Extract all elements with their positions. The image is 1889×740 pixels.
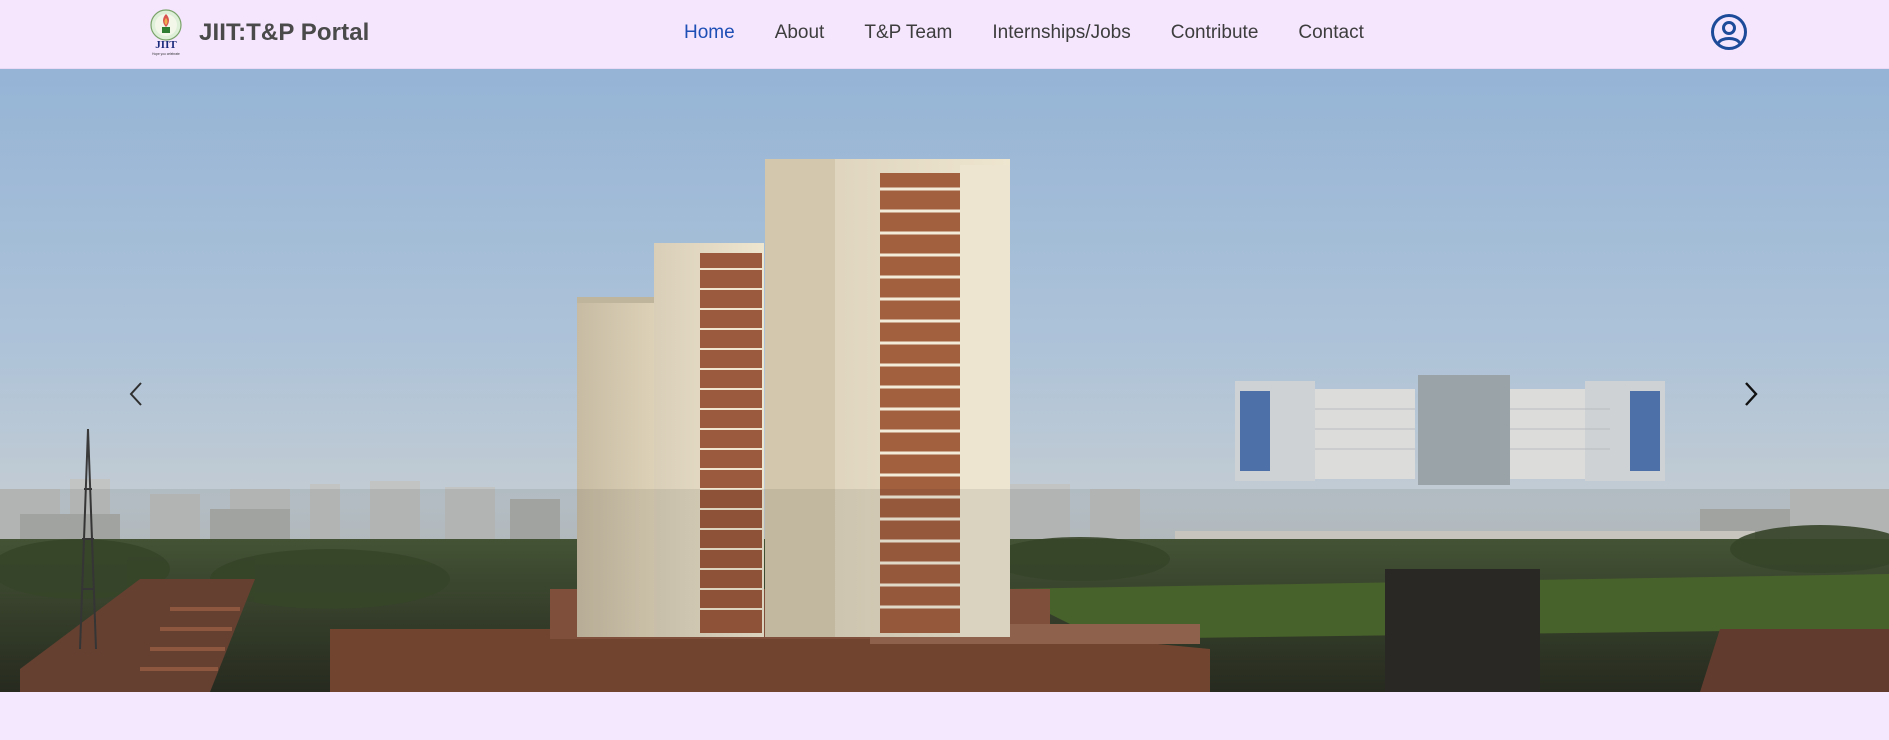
chevron-right-icon <box>1745 382 1758 406</box>
brand-title: JIIT:T&P Portal <box>199 19 370 46</box>
logo-tagline: Hope you celebrate <box>152 52 180 56</box>
carousel-prev-button[interactable] <box>116 359 156 429</box>
nav-item-contribute: Contribute <box>1171 22 1259 44</box>
jiit-logo: JIIT Hope you celebrate <box>150 9 182 56</box>
nav-link-internships-jobs[interactable]: Internships/Jobs <box>992 22 1130 43</box>
nav-link-tp-team[interactable]: T&P Team <box>864 22 952 43</box>
carousel-next-button[interactable] <box>1731 359 1771 429</box>
nav-menu: Home About T&P Team Internships/Jobs Con… <box>684 0 1364 66</box>
page-section-below-hero <box>0 692 1889 740</box>
user-circle-icon <box>1711 14 1747 50</box>
campus-buildings-panorama <box>0 69 1889 692</box>
nav-item-tp-team: T&P Team <box>864 22 952 44</box>
nav-link-about[interactable]: About <box>775 22 825 43</box>
logo-text: JIIT <box>155 39 177 51</box>
nav-item-internships-jobs: Internships/Jobs <box>992 22 1130 44</box>
brand-link[interactable]: JIIT Hope you celebrate JIIT:T&P Portal <box>147 9 369 57</box>
hero-carousel <box>0 69 1889 692</box>
nav-link-contribute[interactable]: Contribute <box>1171 22 1259 43</box>
account-button[interactable] <box>1710 13 1748 51</box>
nav-item-about: About <box>775 22 825 44</box>
navbar: JIIT Hope you celebrate JIIT:T&P Portal … <box>0 0 1889 69</box>
nav-link-home[interactable]: Home <box>684 22 735 43</box>
nav-link-contact[interactable]: Contact <box>1298 22 1363 43</box>
nav-item-contact: Contact <box>1298 22 1363 44</box>
chevron-left-icon <box>129 382 142 406</box>
nav-item-home: Home <box>684 22 735 44</box>
